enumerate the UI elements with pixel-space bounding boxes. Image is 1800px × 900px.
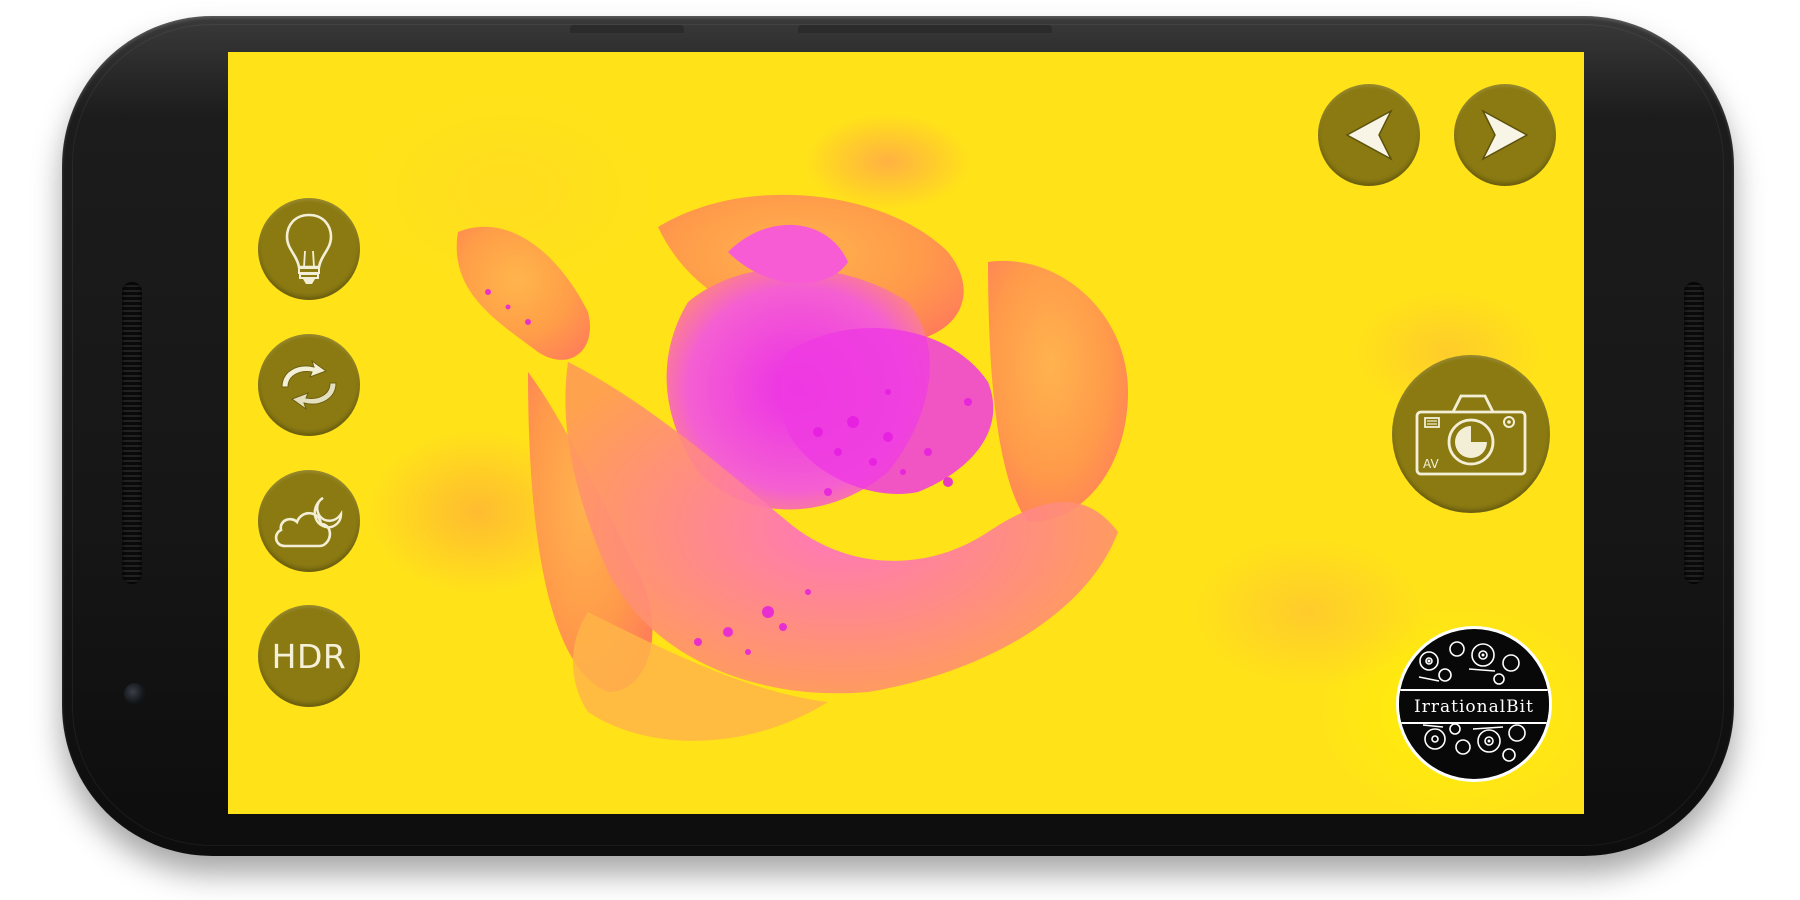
power-button	[798, 25, 1052, 33]
brand-logo-band: IrrationalBit	[1399, 689, 1549, 724]
camera-icon: AV	[1415, 394, 1527, 476]
shutter-button[interactable]: AV	[1392, 355, 1550, 513]
petal	[988, 260, 1128, 522]
switch-camera-button[interactable]	[258, 334, 360, 436]
lightbulb-icon	[285, 213, 333, 284]
volume-button	[570, 25, 684, 33]
next-button[interactable]	[1454, 84, 1556, 186]
right-speaker-grille	[1684, 282, 1704, 584]
night-mode-button[interactable]	[258, 470, 360, 572]
chevron-left-icon	[1345, 109, 1393, 161]
brand-logo-text: IrrationalBit	[1414, 696, 1534, 717]
front-camera-lens	[124, 683, 146, 705]
chevron-right-icon	[1481, 109, 1529, 161]
camera-viewfinder[interactable]: HDR AV IrrationalBit	[228, 52, 1584, 814]
hdr-label: HDR	[271, 636, 347, 676]
mode-label: AV	[1423, 457, 1439, 471]
rotate-arrows-icon	[281, 359, 337, 411]
previous-button[interactable]	[1318, 84, 1420, 186]
cloud-moon-icon	[274, 496, 343, 548]
left-speaker-grille	[122, 282, 142, 584]
flash-toggle-button[interactable]	[258, 198, 360, 300]
hdr-button[interactable]: HDR	[258, 605, 360, 707]
brand-logo-disc: IrrationalBit	[1399, 629, 1549, 779]
petal	[456, 226, 590, 360]
brand-logo[interactable]: IrrationalBit	[1396, 626, 1552, 782]
